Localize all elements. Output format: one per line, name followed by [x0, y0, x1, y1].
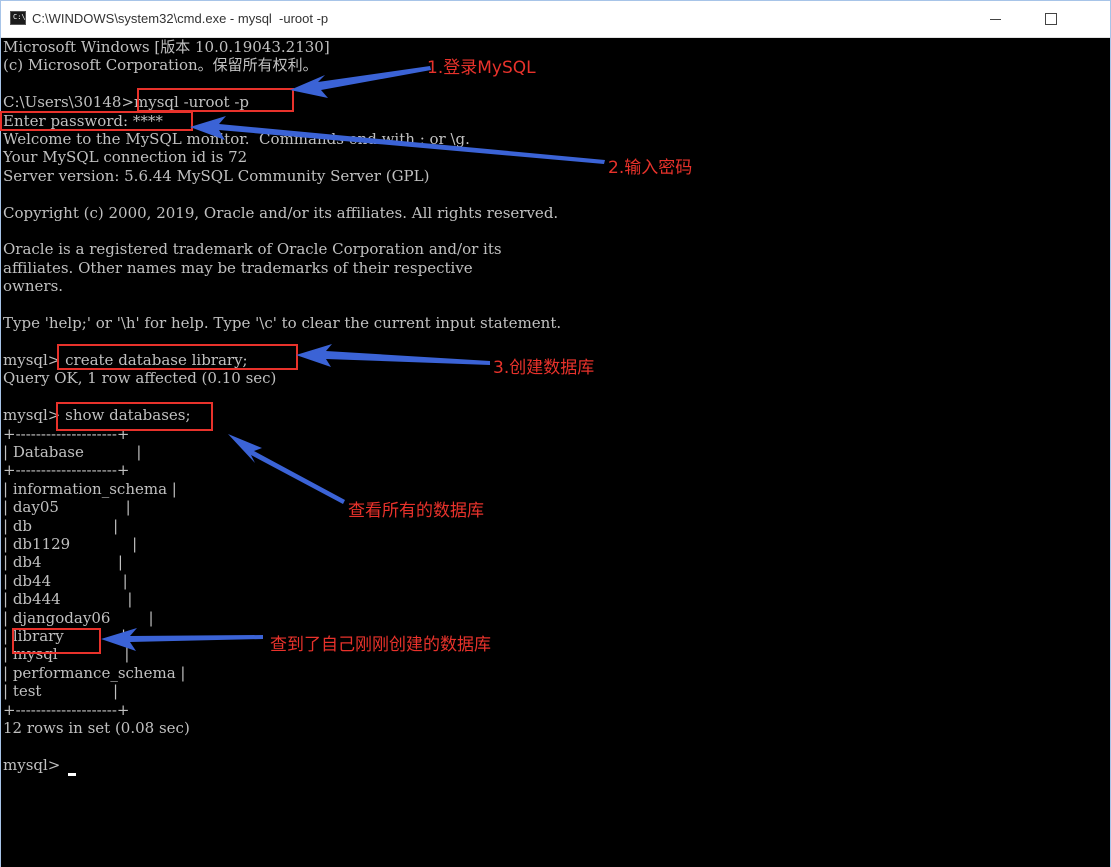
arrow-create-db — [296, 344, 490, 367]
annotation-password: 2.输入密码 — [608, 158, 693, 178]
annotation-found: 查到了自己刚刚创建的数据库 — [270, 635, 491, 655]
arrow-show-all — [228, 434, 345, 504]
annotation-arrows — [101, 66, 605, 651]
arrow-password — [190, 116, 605, 164]
arrow-login — [290, 66, 431, 98]
annotation-create-db: 3.创建数据库 — [493, 358, 595, 378]
annotation-show-all: 查看所有的数据库 — [348, 501, 484, 521]
arrow-found — [101, 628, 263, 651]
annotation-login: 1.登录MySQL — [427, 58, 536, 78]
